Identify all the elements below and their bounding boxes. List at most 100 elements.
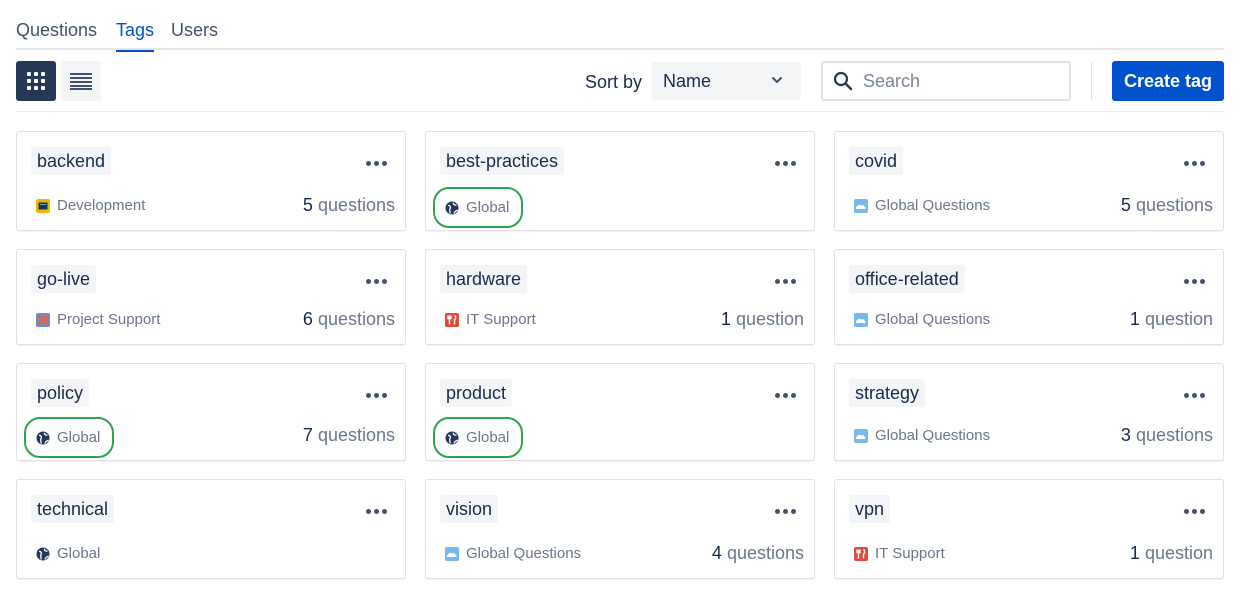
more-dot bbox=[1192, 161, 1197, 166]
more-actions-button[interactable] bbox=[364, 159, 389, 168]
tag-card[interactable]: policy Global 7 questions bbox=[16, 363, 406, 461]
question-count-unit: questions bbox=[317, 425, 395, 445]
more-actions-button[interactable] bbox=[1182, 391, 1207, 400]
more-dot bbox=[783, 509, 788, 514]
space-name: Global Questions bbox=[466, 545, 582, 562]
more-actions-button[interactable] bbox=[773, 507, 798, 516]
space-link[interactable]: Global bbox=[23, 417, 115, 458]
tab-questions[interactable]: Questions bbox=[16, 20, 97, 50]
more-actions-button[interactable] bbox=[1182, 277, 1207, 286]
question-count: 1 question bbox=[1130, 309, 1213, 330]
question-count-number: 4 bbox=[711, 543, 722, 563]
space-name: Development bbox=[57, 197, 146, 214]
more-dot bbox=[382, 393, 387, 398]
more-actions-button[interactable] bbox=[773, 159, 798, 168]
question-count-number: 7 bbox=[302, 425, 313, 445]
cloud-space-icon bbox=[854, 312, 875, 327]
more-dot bbox=[775, 509, 780, 514]
question-count-number: 5 bbox=[1120, 195, 1131, 215]
more-actions-button[interactable] bbox=[1182, 159, 1207, 168]
space-link[interactable]: Development bbox=[36, 197, 145, 214]
more-dot bbox=[791, 393, 796, 398]
grid-view-button[interactable] bbox=[16, 61, 56, 101]
more-dot bbox=[1184, 509, 1189, 514]
more-dot bbox=[791, 161, 796, 166]
question-count: 6 questions bbox=[303, 309, 395, 330]
tag-name[interactable]: hardware bbox=[440, 265, 528, 293]
more-actions-button[interactable] bbox=[364, 391, 389, 400]
question-count: 1 question bbox=[1130, 543, 1213, 564]
space-link[interactable]: Global Questions bbox=[854, 427, 990, 444]
tag-name[interactable]: best-practices bbox=[440, 147, 565, 175]
create-tag-button[interactable]: Create tag bbox=[1112, 61, 1224, 101]
more-dot bbox=[382, 509, 387, 514]
space-link[interactable]: Global Questions bbox=[854, 197, 990, 214]
list-view-button[interactable] bbox=[61, 61, 101, 101]
tag-name[interactable]: vision bbox=[440, 495, 499, 523]
tag-card[interactable]: vpn IT Support 1 question bbox=[834, 479, 1224, 579]
more-dot bbox=[366, 279, 371, 284]
tag-name[interactable]: strategy bbox=[849, 379, 926, 407]
space-link[interactable]: Global Questions bbox=[445, 545, 581, 562]
question-count-unit: questions bbox=[1135, 195, 1213, 215]
space-link[interactable]: IT Support bbox=[445, 311, 536, 328]
question-count-unit: questions bbox=[317, 309, 395, 329]
globe-icon bbox=[36, 547, 57, 561]
tag-name[interactable]: office-related bbox=[849, 265, 965, 293]
question-count-number: 1 bbox=[720, 309, 731, 329]
space-name: IT Support bbox=[875, 545, 945, 562]
cloud-space-icon bbox=[445, 546, 466, 561]
tag-name[interactable]: product bbox=[440, 379, 513, 407]
question-count-number: 5 bbox=[302, 195, 313, 215]
cloud-space-icon bbox=[854, 428, 875, 443]
tag-name[interactable]: policy bbox=[31, 379, 90, 407]
space-link[interactable]: IT Support bbox=[854, 545, 945, 562]
space-link[interactable]: Global Questions bbox=[854, 311, 990, 328]
tab-users[interactable]: Users bbox=[171, 20, 218, 50]
more-dot bbox=[1200, 393, 1205, 398]
more-actions-button[interactable] bbox=[773, 277, 798, 286]
tag-name[interactable]: go-live bbox=[31, 265, 97, 293]
tag-card[interactable]: office-related Global Questions 1 questi… bbox=[834, 249, 1224, 345]
question-count-unit: question bbox=[1144, 309, 1213, 329]
question-count-number: 1 bbox=[1129, 543, 1140, 563]
tag-card[interactable]: backend Development 5 questions bbox=[16, 131, 406, 231]
more-dot bbox=[1184, 279, 1189, 284]
tag-name[interactable]: covid bbox=[849, 147, 904, 175]
tag-card[interactable]: covid Global Questions 5 questions bbox=[834, 131, 1224, 231]
tab-bar: Questions Tags Users bbox=[16, 0, 1224, 52]
question-count: 5 questions bbox=[1121, 195, 1213, 216]
space-link[interactable]: Global bbox=[36, 545, 100, 562]
more-dot bbox=[1192, 279, 1197, 284]
more-dot bbox=[366, 509, 371, 514]
tag-card[interactable]: go-live Project Support 6 questions bbox=[16, 249, 406, 345]
tag-card[interactable]: strategy Global Questions 3 questions bbox=[834, 363, 1224, 461]
tab-tags[interactable]: Tags bbox=[116, 20, 155, 52]
more-actions-button[interactable] bbox=[364, 507, 389, 516]
tag-card[interactable]: technical Global bbox=[16, 479, 406, 579]
tag-card[interactable]: product Global bbox=[425, 363, 815, 461]
question-count-unit: question bbox=[1144, 543, 1213, 563]
tag-name[interactable]: backend bbox=[31, 147, 112, 175]
more-actions-button[interactable] bbox=[773, 391, 798, 400]
tag-card[interactable]: best-practices Global bbox=[425, 131, 815, 231]
question-count: 1 question bbox=[721, 309, 804, 330]
sort-value: Name bbox=[663, 70, 712, 91]
space-link[interactable]: Global bbox=[432, 417, 524, 458]
space-link[interactable]: Project Support bbox=[36, 311, 160, 328]
tag-card[interactable]: vision Global Questions 4 questions bbox=[425, 479, 815, 579]
space-name: Global Questions bbox=[875, 311, 991, 328]
space-link[interactable]: Global bbox=[432, 187, 524, 228]
tag-name[interactable]: technical bbox=[31, 495, 115, 523]
tag-name[interactable]: vpn bbox=[849, 495, 891, 523]
question-count: 5 questions bbox=[303, 195, 395, 216]
more-dot bbox=[1200, 279, 1205, 284]
globe-icon bbox=[445, 431, 466, 445]
more-actions-button[interactable] bbox=[364, 277, 389, 286]
search-input[interactable] bbox=[863, 69, 1058, 93]
it-support-icon bbox=[854, 546, 875, 561]
sort-select[interactable]: Name bbox=[651, 62, 801, 100]
more-actions-button[interactable] bbox=[1182, 507, 1207, 516]
more-dot bbox=[1192, 509, 1197, 514]
tag-card[interactable]: hardware IT Support 1 question bbox=[425, 249, 815, 345]
